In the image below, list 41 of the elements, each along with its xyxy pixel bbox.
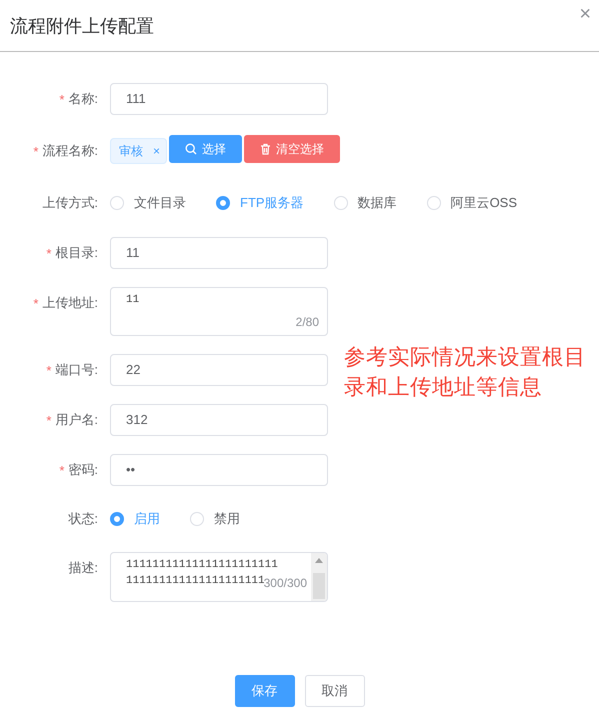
required-mark: *: [46, 362, 52, 378]
close-button[interactable]: ×: [579, 3, 591, 26]
annotation-text: 参考实际情况来设置根目录和上传地址等信息: [344, 344, 587, 401]
cancel-button[interactable]: 取消: [304, 675, 364, 707]
required-mark: *: [59, 462, 64, 478]
required-mark: *: [33, 296, 38, 310]
text-line: 11111111111111111111111: [126, 558, 278, 573]
radio-option[interactable]: 阿里云OSS: [426, 194, 518, 212]
input-field[interactable]: 22: [110, 354, 328, 386]
required-mark: *: [46, 412, 52, 428]
field-label: 密码:: [68, 461, 98, 479]
dialog-title: 流程附件上传配置: [10, 14, 154, 38]
required-mark: *: [59, 92, 64, 106]
field-label: 状态:: [68, 510, 98, 528]
input-field[interactable]: ••: [110, 454, 328, 486]
field-label: 流程名称:: [42, 142, 98, 160]
radio-option[interactable]: 禁用: [190, 510, 240, 528]
text-area[interactable]: 11 2/80: [110, 287, 328, 336]
field-label: 用户名:: [55, 411, 98, 429]
field-label: 端口号:: [55, 361, 98, 379]
radio-option[interactable]: 文件目录: [110, 194, 186, 212]
text-line: 111111111111111111111: [126, 574, 265, 587]
input-field[interactable]: 312: [110, 404, 328, 436]
text-line: 11: [126, 293, 140, 308]
scrollbar-icon[interactable]: [311, 553, 327, 601]
process-tag: 审核 ×: [110, 138, 168, 164]
radio-option[interactable]: 数据库: [334, 194, 397, 212]
field-label: 上传方式:: [42, 194, 98, 212]
field-label: 描述:: [68, 559, 98, 577]
char-counter: 2/80: [296, 315, 319, 329]
trash-icon: [260, 143, 272, 155]
char-counter: 300/300: [264, 576, 307, 590]
required-mark: *: [46, 246, 52, 260]
input-field[interactable]: 111: [110, 83, 328, 115]
required-mark: *: [33, 144, 38, 158]
field-label: 根目录:: [55, 244, 98, 262]
text-area[interactable]: 11111111111111111111111 111111111111111111111300/300: [110, 552, 328, 602]
search-icon: [185, 143, 198, 155]
input-field[interactable]: 11: [110, 237, 328, 269]
field-label: 名称:: [68, 90, 98, 108]
field-label: 上传地址:: [42, 294, 98, 312]
